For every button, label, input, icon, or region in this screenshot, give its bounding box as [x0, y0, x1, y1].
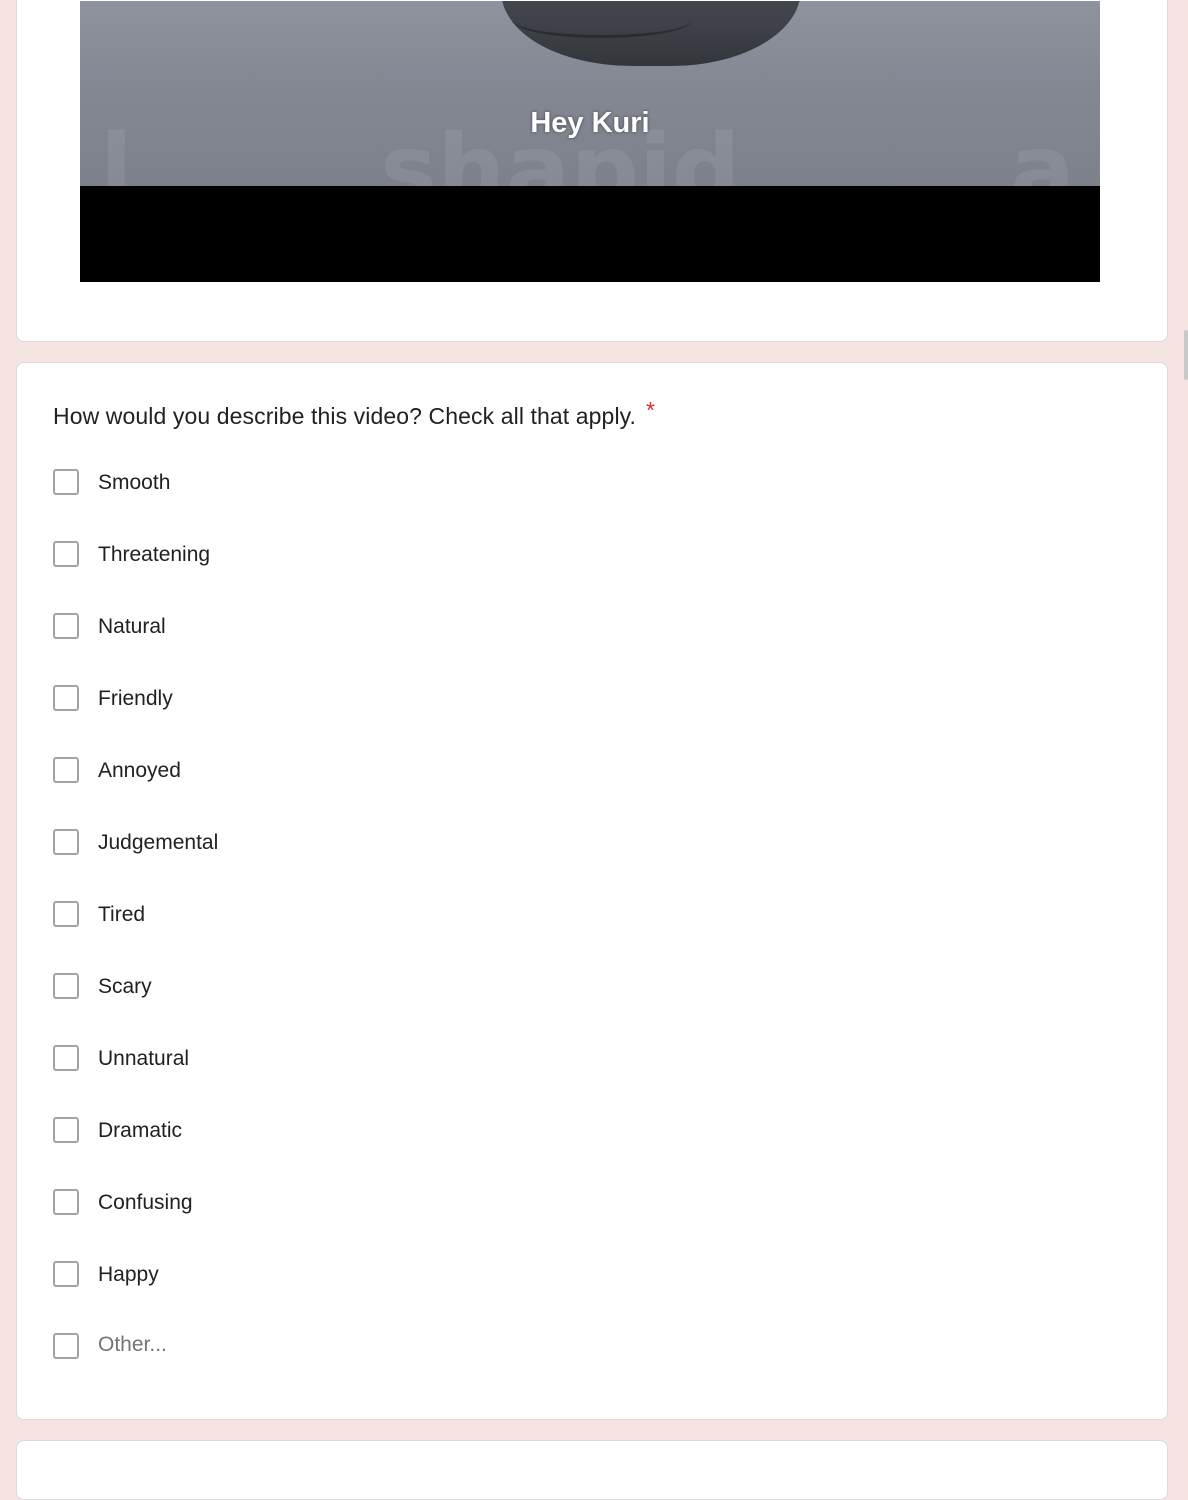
checkbox-label[interactable]: Dramatic: [98, 1119, 182, 1143]
checkbox-label[interactable]: Annoyed: [98, 759, 181, 783]
video-card: l shapid a Hey Kuri: [16, 0, 1168, 342]
checkbox-label[interactable]: Threatening: [98, 543, 210, 567]
checkbox[interactable]: [53, 829, 79, 855]
checkbox-label[interactable]: Confusing: [98, 1191, 193, 1215]
checkbox[interactable]: [53, 901, 79, 927]
checkbox[interactable]: [53, 469, 79, 495]
scrollbar[interactable]: [1184, 330, 1188, 380]
checkbox[interactable]: [53, 757, 79, 783]
checkbox-label[interactable]: Happy: [98, 1263, 159, 1287]
video-player[interactable]: l shapid a Hey Kuri: [80, 1, 1100, 282]
checkbox-label[interactable]: Friendly: [98, 687, 173, 711]
required-asterisk: *: [646, 397, 656, 423]
checkbox-label[interactable]: Smooth: [98, 471, 170, 495]
checkbox[interactable]: [53, 685, 79, 711]
checkbox-label[interactable]: Scary: [98, 975, 152, 999]
checkbox-label[interactable]: Judgemental: [98, 831, 218, 855]
next-question-card: [16, 1440, 1168, 1500]
question-card: How would you describe this video? Check…: [16, 362, 1168, 1420]
checkbox[interactable]: [53, 613, 79, 639]
question-text: How would you describe this video? Check…: [53, 403, 637, 429]
video-caption: Hey Kuri: [530, 107, 650, 139]
checkbox[interactable]: [53, 1117, 79, 1143]
checkbox[interactable]: [53, 1045, 79, 1071]
checkbox-label[interactable]: Natural: [98, 615, 166, 639]
checkbox[interactable]: [53, 541, 79, 567]
question-title: How would you describe this video? Check…: [53, 397, 655, 430]
checkbox[interactable]: [53, 1189, 79, 1215]
checkbox[interactable]: [53, 973, 79, 999]
checkbox[interactable]: [53, 1261, 79, 1287]
checkbox-label[interactable]: Tired: [98, 903, 145, 927]
video-frame: l shapid a Hey Kuri: [80, 1, 1100, 186]
checkbox-label[interactable]: Unnatural: [98, 1047, 189, 1071]
other-input[interactable]: Other...: [98, 1333, 167, 1357]
checkbox[interactable]: [53, 1333, 79, 1359]
